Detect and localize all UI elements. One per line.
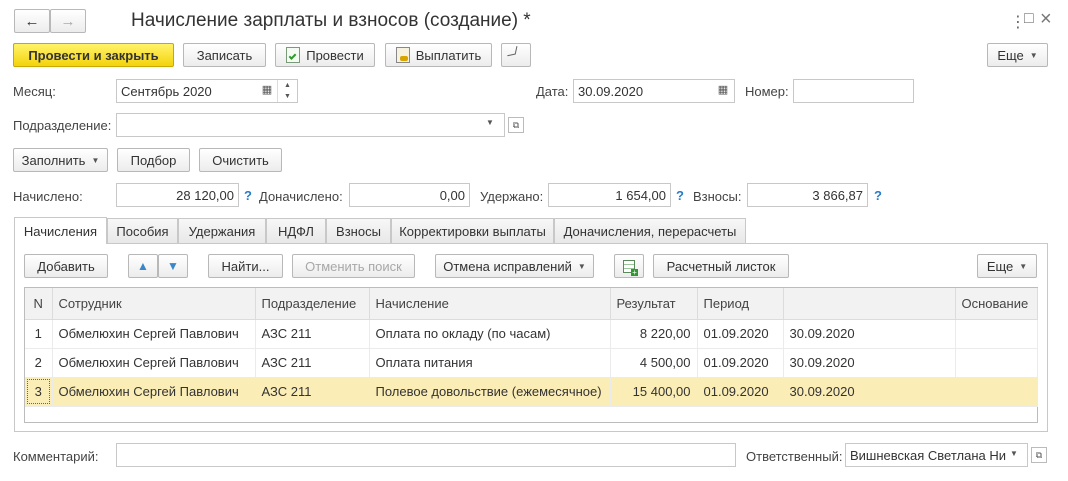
responsible-label: Ответственный: — [746, 449, 843, 464]
col-accrual[interactable]: Начисление — [369, 288, 611, 320]
tab-contributions[interactable]: Взносы — [326, 218, 391, 243]
calendar-icon[interactable]: ▦ — [714, 83, 732, 99]
additional-field: 0,00 — [349, 183, 470, 207]
comment-field[interactable] — [116, 443, 736, 467]
arrow-down-icon: ▼ — [167, 259, 179, 273]
tab-deductions[interactable]: Удержания — [178, 218, 266, 243]
dropdown-arrow-icon: ▼ — [577, 261, 586, 271]
contributions-field: 3 866,87 — [747, 183, 868, 207]
pay-button[interactable]: Выплатить — [385, 43, 492, 67]
find-button[interactable]: Найти... — [208, 254, 283, 278]
arrow-right-icon: → — [60, 12, 76, 30]
post-document-icon — [286, 47, 301, 63]
contributions-label: Взносы: — [693, 189, 742, 204]
department-field[interactable] — [116, 113, 505, 137]
stepper-up-icon[interactable]: ▲ — [278, 80, 297, 91]
number-label: Номер: — [745, 84, 789, 99]
responsible-dropdown-icon[interactable]: ▼ — [1010, 449, 1018, 458]
date-field[interactable]: 30.09.2020 — [573, 79, 735, 103]
number-field[interactable] — [793, 79, 914, 103]
arrow-up-icon: ▲ — [137, 259, 149, 273]
open-link-icon[interactable]: ⧉ — [1031, 447, 1047, 463]
accrued-help-icon[interactable]: ? — [244, 188, 252, 203]
add-table-button[interactable]: + — [614, 254, 644, 278]
col-period-to[interactable] — [783, 288, 956, 320]
table-row[interactable]: 1 Обмелюхин Сергей Павлович АЗС 211 Опла… — [25, 319, 1038, 349]
select-button[interactable]: Подбор — [117, 148, 190, 172]
dropdown-arrow-icon: ▼ — [91, 155, 100, 165]
paperclip-icon: 〉 — [503, 44, 527, 68]
open-link-icon[interactable]: ⧉ — [508, 117, 524, 133]
cancel-search-button[interactable]: Отменить поиск — [292, 254, 415, 278]
close-icon[interactable]: × — [1040, 8, 1052, 31]
table-row[interactable]: 2 Обмелюхин Сергей Павлович АЗС 211 Опла… — [25, 348, 1038, 378]
cancel-corrections-button[interactable]: Отмена исправлений ▼ — [435, 254, 594, 278]
withheld-label: Удержано: — [480, 189, 544, 204]
post-button[interactable]: Провести — [275, 43, 375, 67]
dropdown-arrow-icon: ▼ — [1029, 50, 1038, 60]
tab-benefits[interactable]: Пособия — [107, 218, 178, 243]
col-period[interactable]: Период — [697, 288, 784, 320]
maximize-icon[interactable]: □ — [1024, 10, 1034, 28]
grid-more-button[interactable]: Еще ▼ — [977, 254, 1037, 278]
department-dropdown-icon[interactable]: ▼ — [486, 118, 494, 127]
save-button[interactable]: Записать — [183, 43, 266, 67]
more-button[interactable]: Еще ▼ — [987, 43, 1048, 67]
additional-label: Доначислено: — [259, 189, 343, 204]
col-basis[interactable]: Основание — [955, 288, 1038, 320]
fill-button[interactable]: Заполнить ▼ — [13, 148, 108, 172]
withheld-field: 1 654,00 — [548, 183, 671, 207]
department-label: Подразделение: — [13, 118, 112, 133]
tab-additional-accruals[interactable]: Доначисления, перерасчеты — [554, 218, 746, 243]
accrued-field: 28 120,00 — [116, 183, 239, 207]
add-row-button[interactable]: Добавить — [24, 254, 108, 278]
move-down-button[interactable]: ▼ — [158, 254, 188, 278]
withheld-help-icon[interactable]: ? — [676, 188, 684, 203]
attach-button[interactable]: 〉 — [501, 43, 531, 67]
payslip-button[interactable]: Расчетный листок — [653, 254, 789, 278]
back-button[interactable]: ← — [14, 9, 50, 33]
month-label: Месяц: — [13, 84, 56, 99]
tab-payment-corrections[interactable]: Корректировки выплаты — [391, 218, 554, 243]
arrow-left-icon: ← — [24, 12, 40, 30]
col-n[interactable]: N — [25, 288, 53, 320]
table-add-icon: + — [623, 259, 638, 276]
window-title: Начисление зарплаты и взносов (создание)… — [131, 10, 531, 31]
calendar-icon[interactable]: ▦ — [258, 83, 276, 99]
date-label: Дата: — [536, 84, 569, 99]
move-up-button[interactable]: ▲ — [128, 254, 158, 278]
accruals-table: N Сотрудник Подразделение Начисление Рез… — [25, 288, 1038, 407]
tab-accruals[interactable]: Начисления — [14, 217, 107, 244]
tab-ndfl[interactable]: НДФЛ — [266, 218, 326, 243]
responsible-field[interactable]: Вишневская Светлана Ни — [845, 443, 1028, 467]
col-employee[interactable]: Сотрудник — [52, 288, 256, 320]
comment-label: Комментарий: — [13, 449, 99, 464]
col-department[interactable]: Подразделение — [255, 288, 370, 320]
accrued-label: Начислено: — [13, 189, 83, 204]
clear-button[interactable]: Очистить — [199, 148, 282, 172]
forward-button[interactable]: → — [50, 9, 86, 33]
month-stepper[interactable]: ▲ ▼ — [277, 80, 297, 102]
table-header: N Сотрудник Подразделение Начисление Рез… — [25, 288, 1038, 320]
stepper-down-icon[interactable]: ▼ — [278, 91, 297, 102]
post-and-close-button[interactable]: Провести и закрыть — [13, 43, 174, 67]
col-result[interactable]: Результат — [610, 288, 698, 320]
table-row-selected[interactable]: 3 Обмелюхин Сергей Павлович АЗС 211 Поле… — [25, 377, 1038, 407]
contributions-help-icon[interactable]: ? — [874, 188, 882, 203]
dropdown-arrow-icon: ▼ — [1019, 261, 1028, 271]
payment-icon — [395, 47, 410, 63]
